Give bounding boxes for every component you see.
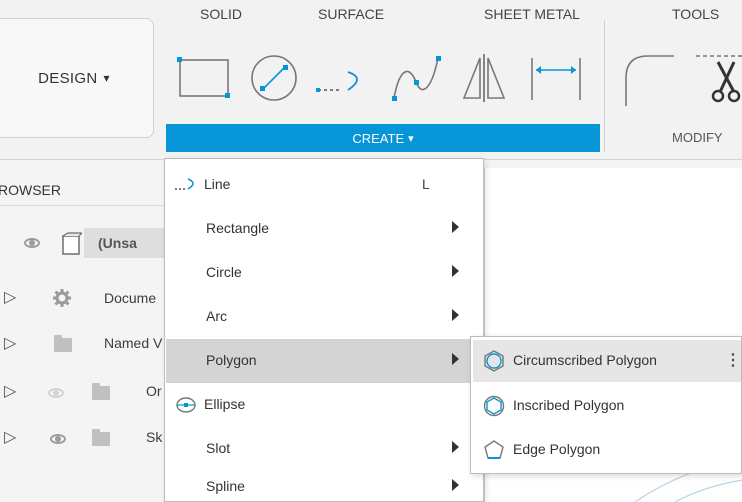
browser-title: ROWSER (0, 182, 61, 198)
component-icon (62, 232, 82, 255)
menu-item-label: Circle (206, 264, 242, 280)
menu-item-label: Line (204, 176, 231, 192)
gear-icon (53, 289, 71, 307)
mirror-icon[interactable] (456, 48, 516, 108)
create-dropdown-menu: Line L Rectangle Circle Arc Polygon Elli… (164, 158, 484, 502)
folder-icon (54, 335, 72, 352)
tree-item-label: Or (146, 383, 162, 399)
expand-triangle-icon[interactable]: ▷ (4, 333, 16, 353)
trim-scissors-icon[interactable] (690, 48, 742, 108)
menu-item-polygon[interactable]: Polygon (166, 339, 482, 383)
menu-item-label: Rectangle (206, 220, 270, 236)
submenu-item-label: Inscribed Polygon (513, 397, 625, 413)
eye-icon[interactable] (50, 434, 66, 444)
tree-item-label: (Unsa (98, 235, 137, 251)
submenu-arrow-icon (452, 479, 459, 491)
menu-item-circle[interactable]: Circle (166, 251, 482, 295)
circle-icon[interactable] (244, 48, 304, 108)
submenu-item-label: Circumscribed Polygon (513, 352, 657, 368)
expand-triangle-icon[interactable]: ▷ (4, 427, 16, 447)
spline-icon[interactable] (386, 48, 446, 108)
dimension-icon[interactable] (526, 48, 586, 108)
expand-triangle-icon[interactable]: ▷ (4, 287, 16, 307)
submenu-arrow-icon (452, 265, 459, 277)
edge-polygon-icon (484, 440, 504, 459)
create-menu-button[interactable]: CREATE ▾ (166, 124, 600, 152)
toolbar-divider (604, 20, 605, 152)
submenu-item-inscribed-polygon[interactable]: Inscribed Polygon (473, 385, 741, 427)
menu-item-ellipse[interactable]: Ellipse (166, 383, 482, 427)
menu-item-label: Ellipse (204, 396, 246, 412)
tree-row-sketches[interactable]: ▷ Sk (0, 424, 168, 458)
submenu-item-edge-polygon[interactable]: Edge Polygon (473, 429, 741, 471)
design-workspace-button[interactable]: DESIGN ▾ (0, 18, 154, 138)
chevron-down-icon: ▾ (408, 132, 414, 145)
submenu-item-circumscribed-polygon[interactable]: Circumscribed Polygon ⋮ (473, 340, 741, 382)
tab-solid[interactable]: SOLID (200, 6, 242, 22)
submenu-arrow-icon (452, 441, 459, 453)
tab-surface[interactable]: SURFACE (318, 6, 384, 22)
tree-item-label: Sk (146, 429, 163, 445)
menu-item-label: Slot (206, 440, 231, 456)
rectangle-icon[interactable] (174, 48, 234, 108)
circumscribed-polygon-icon (484, 350, 504, 372)
tree-row-root[interactable]: (Unsa (0, 226, 168, 260)
eye-icon[interactable] (24, 238, 40, 248)
tree-row-named-views[interactable]: ▷ Named V (0, 330, 168, 364)
create-label: CREATE (352, 130, 405, 146)
modify-menu-button[interactable]: MODIFY (672, 130, 723, 145)
tree-row-origin[interactable]: ▷ Or (0, 378, 168, 412)
menu-item-line[interactable]: Line L (166, 163, 482, 207)
line-icon (175, 178, 194, 190)
inscribed-polygon-icon (483, 395, 505, 417)
line-icon[interactable] (314, 48, 374, 108)
menu-item-arc[interactable]: Arc (166, 295, 482, 339)
shortcut-key: L (422, 176, 430, 192)
menu-item-label: Polygon (206, 352, 257, 368)
tree-item-label: Named V (104, 335, 163, 351)
eye-hidden-icon[interactable] (48, 388, 64, 398)
menu-item-spline[interactable]: Spline (166, 465, 482, 502)
polygon-submenu: Circumscribed Polygon ⋮ Inscribed Polygo… (470, 336, 742, 474)
expand-triangle-icon[interactable]: ▷ (4, 381, 16, 401)
folder-icon (92, 429, 110, 446)
tab-sheet-metal[interactable]: SHEET METAL (484, 6, 580, 22)
folder-icon (92, 383, 110, 400)
submenu-arrow-icon (452, 309, 459, 321)
submenu-item-label: Edge Polygon (513, 441, 601, 457)
fillet-icon[interactable] (618, 48, 678, 108)
menu-item-label: Arc (206, 308, 227, 324)
menu-item-rectangle[interactable]: Rectangle (166, 207, 482, 251)
chevron-down-icon: ▾ (103, 71, 110, 85)
ellipse-icon (176, 397, 196, 413)
menu-item-label: Spline (206, 478, 245, 494)
design-label: DESIGN (38, 69, 98, 87)
submenu-arrow-icon (452, 353, 459, 365)
tree-row-document-settings[interactable]: ▷ Docume (0, 284, 168, 318)
more-options-icon[interactable]: ⋮ (725, 350, 741, 370)
tab-tools[interactable]: TOOLS (672, 6, 719, 22)
submenu-arrow-icon (452, 221, 459, 233)
tree-item-label: Docume (104, 290, 157, 306)
